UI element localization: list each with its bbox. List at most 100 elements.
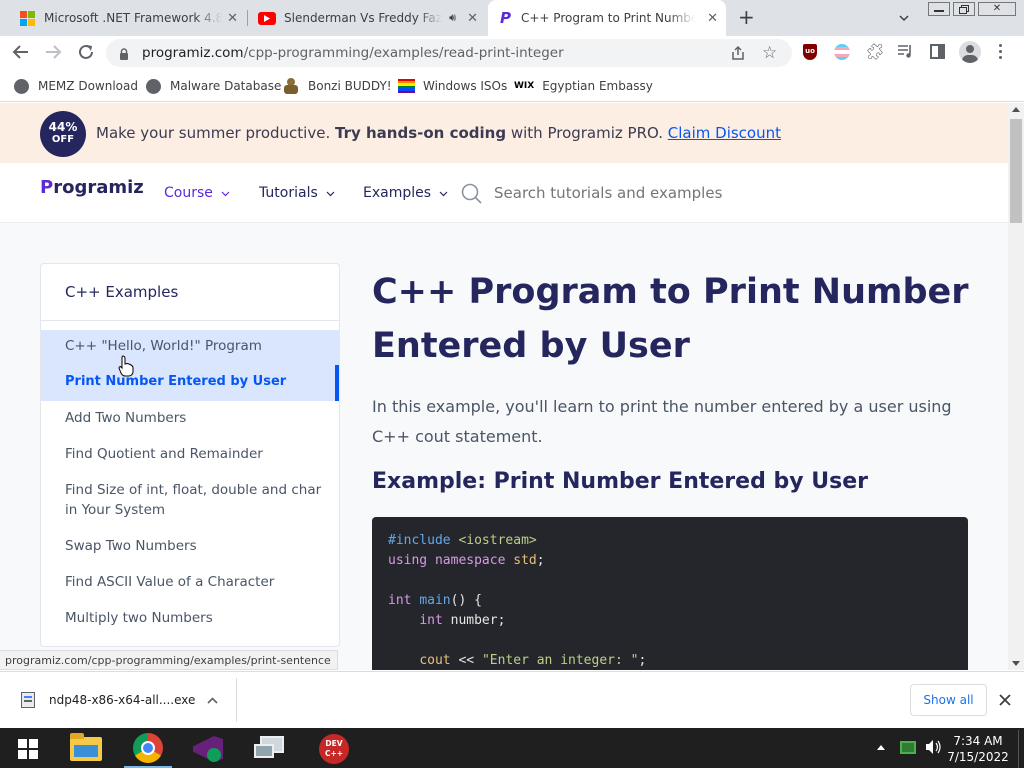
bookmark-star-icon[interactable]: ☆ [762,43,777,63]
close-tab-icon[interactable]: ✕ [707,11,718,26]
tab-dotnet[interactable]: Microsoft .NET Framework 4.8 offline ins… [8,0,246,36]
close-window-icon[interactable]: ✕ [978,2,1016,16]
page-scrollbar[interactable] [1008,103,1024,670]
nav-label: Course [164,185,213,201]
windows-logo-icon [20,10,35,26]
forward-button[interactable] [44,43,62,65]
logo-p: P [40,177,54,198]
claim-discount-link[interactable]: Claim Discount [668,124,781,142]
chrome-menu-icon[interactable] [999,44,1003,59]
promo-banner: 44% OFF Make your summer productive. Try… [0,103,1008,163]
download-item[interactable]: ndp48-x86-x64-all....exe [0,672,236,722]
chevron-down-icon [326,191,335,197]
code-token: <iostream> [458,533,537,548]
download-shelf: ndp48-x86-x64-all....exe Show all [0,671,1024,728]
bookmark-bonzi-buddy[interactable]: Bonzi BUDDY! [283,76,392,96]
network-icon[interactable] [900,741,916,754]
share-icon[interactable] [730,45,746,65]
speaker-icon[interactable]: 🔊︎ [449,11,456,25]
article-intro: In this example, you'll learn to print t… [372,397,952,446]
sidebar-item-print-number[interactable]: Print Number Entered by User [41,372,339,392]
flag-extension-icon[interactable] [834,44,850,60]
show-hidden-icons-arrow[interactable] [877,745,885,750]
bookmark-egyptian-embassy[interactable]: WIX Egyptian Embassy [514,76,653,96]
chevron-up-icon[interactable] [207,697,218,704]
badge-percent: 44% [48,120,78,134]
start-button[interactable] [4,730,52,768]
chrome-icon [133,733,163,763]
code-token: namespace [434,553,506,568]
sidebar-item-ascii-value[interactable]: Find ASCII Value of a Character [41,572,339,592]
rainbow-flag-icon [398,79,415,93]
promo-text-plain: Make your summer productive. [96,124,331,142]
scroll-down-arrow-icon[interactable] [1012,661,1020,666]
promo-text-bold: Try hands-on coding [335,124,507,142]
hand-cursor-icon [118,355,134,381]
tab-programiz[interactable]: P C++ Program to Print Number Entered by… [488,0,726,36]
promo-text: Make your summer productive. Try hands-o… [96,124,781,142]
tab-search-icon[interactable] [898,9,910,28]
bookmark-memz[interactable]: MEMZ Download [14,76,138,96]
nav-examples[interactable]: Examples [363,185,448,201]
sidebar-item-size-of-types[interactable]: Find Size of int, float, double and char… [41,480,323,520]
restore-window-icon[interactable] [953,2,975,16]
discount-badge[interactable]: 44% OFF [40,111,86,157]
media-control-icon[interactable] [897,44,914,63]
scroll-up-arrow-icon[interactable] [1012,107,1020,112]
visual-studio-icon [193,734,223,764]
taskbar-visual-studio-installer[interactable] [184,730,232,768]
code-block[interactable]: #include <iostream> using namespace std;… [372,517,968,670]
computer-icon [254,736,286,762]
nav-course[interactable]: Course [164,185,230,201]
back-button[interactable] [12,43,30,65]
logo-text: rogramiz [53,177,144,198]
chevron-down-icon [221,191,230,197]
side-panel-icon[interactable] [930,44,945,59]
ublock-origin-icon[interactable]: uo [803,44,817,60]
show-all-downloads-button[interactable]: Show all [910,684,987,716]
examples-sidebar: C++ Examples C++ "Hello, World!" Program… [40,263,340,647]
scrollbar-thumb[interactable] [1010,119,1022,223]
code-token: int [388,593,412,608]
bookmark-malware-database[interactable]: Malware Database [146,76,281,96]
url-path: /cpp-programming/examples/read-print-int… [243,45,564,61]
close-tab-icon[interactable]: ✕ [227,11,238,26]
chevron-down-icon [440,191,448,197]
close-tab-icon[interactable]: ✕ [467,11,478,26]
extensions-puzzle-icon[interactable]: 🧩︎ [865,42,885,61]
link-status-bubble: programiz.com/cpp-programming/examples/p… [0,650,338,670]
sidebar-item-swap-numbers[interactable]: Swap Two Numbers [41,536,339,556]
nav-tutorials[interactable]: Tutorials [259,185,335,201]
taskbar-chrome[interactable] [124,730,172,768]
taskbar-file-explorer[interactable] [62,730,110,768]
minimize-window-icon[interactable] [928,2,950,16]
taskbar-computer-management[interactable] [246,730,294,768]
site-search-input[interactable] [494,179,794,207]
system-clock[interactable]: 7:34 AM 7/15/2022 [945,733,1011,765]
installer-file-icon [21,692,35,708]
address-bar[interactable]: programiz.com/cpp-programming/examples/r… [106,39,792,67]
close-download-shelf-icon[interactable] [999,691,1011,710]
nav-label: Tutorials [259,185,318,201]
sidebar-item-multiply-numbers[interactable]: Multiply two Numbers [41,608,339,628]
new-tab-button[interactable]: + [738,5,755,29]
programiz-logo[interactable]: Programiz [40,177,144,198]
code-token: main [419,593,451,608]
sidebar-item-add-two-numbers[interactable]: Add Two Numbers [41,408,339,428]
bookmark-windows-isos[interactable]: Windows ISOs [398,76,507,96]
tab-title: Slenderman Vs Freddy Fazbear [284,11,442,25]
code-token: "Enter an integer: " [481,653,639,668]
volume-icon[interactable] [924,739,942,759]
reload-button[interactable] [77,43,95,65]
profile-avatar-icon[interactable] [959,41,981,63]
tab-youtube[interactable]: Slenderman Vs Freddy Fazbear 🔊︎ ✕ [248,0,486,36]
sidebar-item-hello-world[interactable]: C++ "Hello, World!" Program [41,336,339,356]
sidebar-item-quotient-remainder[interactable]: Find Quotient and Remainder [41,444,339,464]
code-token: #include [388,533,451,548]
show-desktop-button[interactable] [1018,730,1019,768]
search-icon[interactable] [461,183,483,209]
taskbar-dev-cpp[interactable]: DEV C++ [310,730,358,768]
code-token: std [513,553,537,568]
url-text: programiz.com/cpp-programming/examples/r… [142,45,564,61]
lock-icon[interactable] [119,46,129,65]
